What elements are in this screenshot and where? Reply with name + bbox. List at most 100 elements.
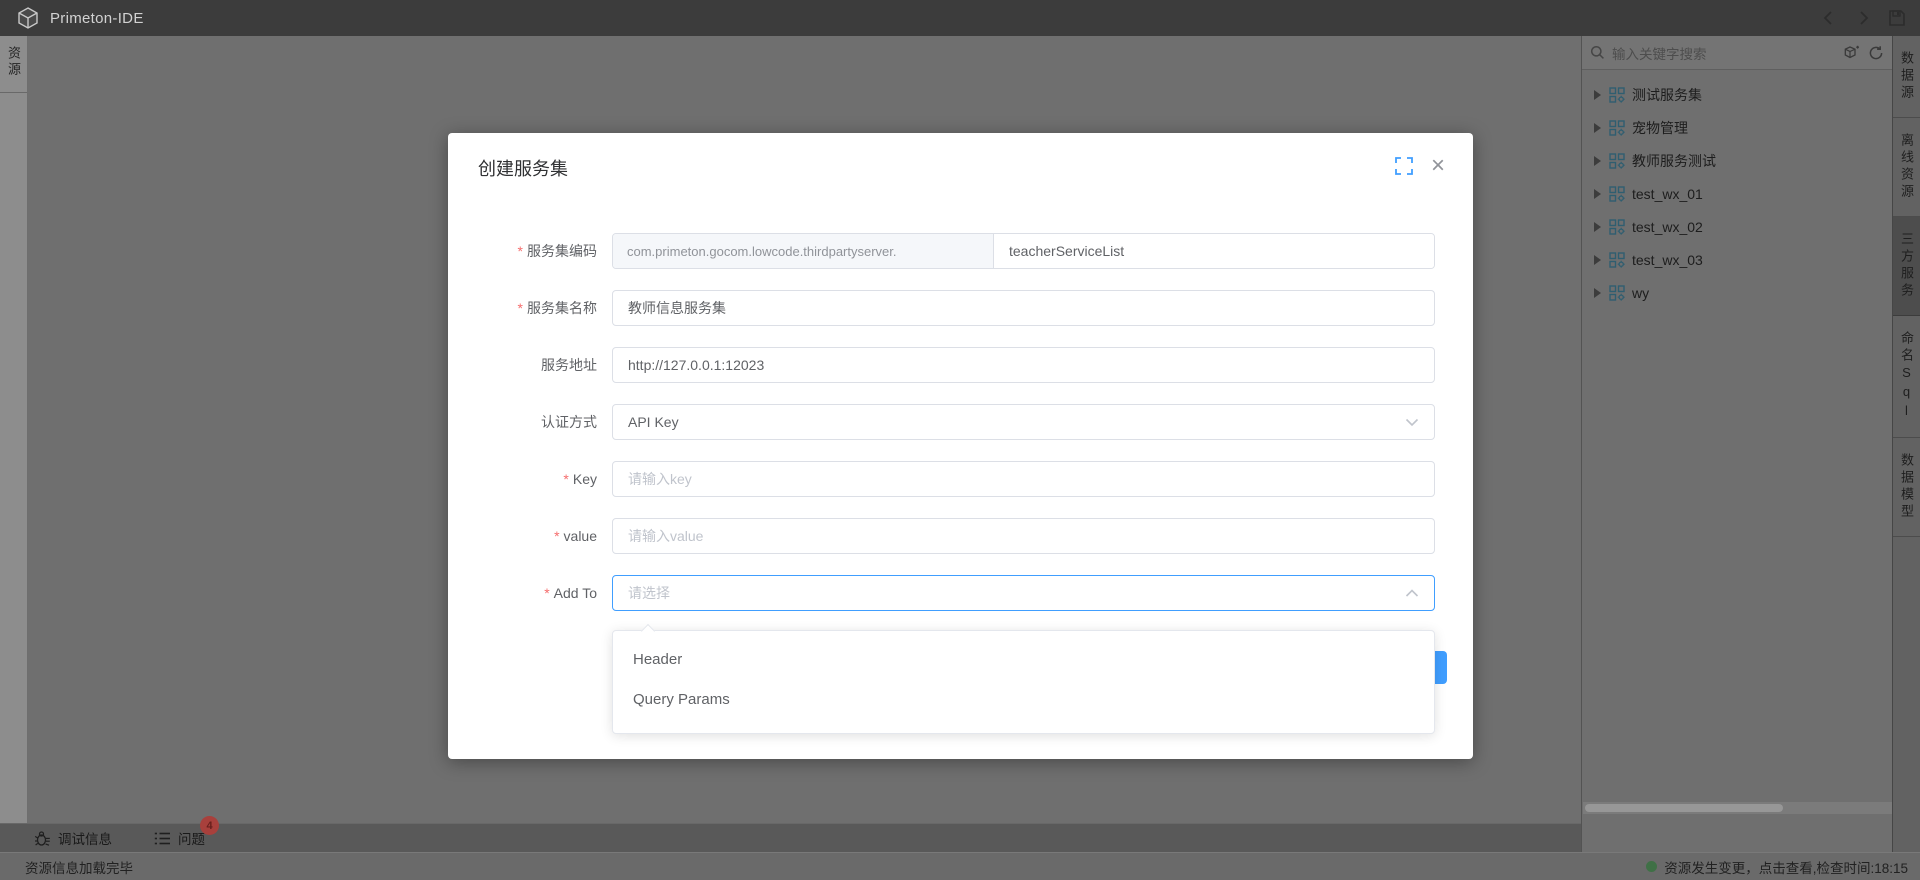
tree-item[interactable]: test_wx_03 bbox=[1582, 243, 1892, 276]
expand-arrow-icon[interactable] bbox=[1594, 288, 1601, 298]
app-title: Primeton-IDE bbox=[50, 10, 144, 27]
address-input[interactable] bbox=[628, 357, 1419, 373]
horizontal-scrollbar[interactable] bbox=[1583, 802, 1892, 814]
dialog-title: 创建服务集 bbox=[478, 159, 568, 179]
expand-arrow-icon[interactable] bbox=[1594, 123, 1601, 133]
problems-list-icon bbox=[154, 831, 171, 846]
right-rail-tab[interactable]: 三方服务 bbox=[1893, 217, 1920, 316]
right-rail-tab-label: 三方服务 bbox=[1900, 232, 1913, 300]
field-label-auth: 认证方式 bbox=[541, 412, 597, 432]
value-input[interactable] bbox=[628, 528, 1419, 544]
tree-item[interactable]: wy bbox=[1582, 276, 1892, 309]
add-to-select-placeholder: 请选择 bbox=[628, 583, 670, 603]
required-mark: * bbox=[563, 471, 568, 487]
service-set-icon bbox=[1609, 252, 1625, 268]
service-set-icon bbox=[1609, 285, 1625, 301]
auth-select-value: API Key bbox=[628, 414, 679, 430]
search-bar: 输入关键字搜索 bbox=[1582, 36, 1892, 70]
add-service-set-icon[interactable] bbox=[1843, 44, 1860, 61]
field-label-name: 服务集名称 bbox=[527, 298, 597, 318]
tab-debug-info[interactable]: 调试信息 bbox=[34, 828, 112, 848]
tree-item-label: test_wx_02 bbox=[1632, 219, 1703, 235]
search-input[interactable]: 输入关键字搜索 bbox=[1612, 43, 1843, 63]
chevron-up-icon bbox=[1405, 589, 1419, 598]
status-left-text: 资源信息加载完毕 bbox=[25, 857, 133, 877]
search-icon bbox=[1590, 45, 1605, 60]
right-rail-tab[interactable]: 数据源 bbox=[1893, 36, 1920, 118]
field-row-address: 服务地址 bbox=[486, 347, 1435, 383]
required-mark: * bbox=[554, 528, 559, 544]
tab-problems[interactable]: 问题 4 bbox=[154, 828, 205, 848]
app-logo-icon bbox=[16, 6, 40, 30]
nav-back-icon[interactable] bbox=[1820, 9, 1838, 27]
tree-item-label: test_wx_01 bbox=[1632, 186, 1703, 202]
scrollbar-thumb[interactable] bbox=[1585, 804, 1783, 812]
tree-item[interactable]: 宠物管理 bbox=[1582, 111, 1892, 144]
tab-debug-info-label: 调试信息 bbox=[58, 828, 112, 848]
field-row-name: * 服务集名称 bbox=[486, 290, 1435, 326]
expand-arrow-icon[interactable] bbox=[1594, 156, 1601, 166]
dialog-form: * 服务集编码 com.primeton.gocom.lowcode.third… bbox=[448, 189, 1473, 611]
right-rail-tab[interactable]: 离线资源 bbox=[1893, 118, 1920, 217]
right-rail-tab-label: 离线资源 bbox=[1900, 133, 1913, 201]
nav-forward-icon[interactable] bbox=[1854, 9, 1872, 27]
field-label-address: 服务地址 bbox=[541, 355, 597, 375]
code-input[interactable] bbox=[994, 234, 1434, 268]
expand-arrow-icon[interactable] bbox=[1594, 255, 1601, 265]
status-right[interactable]: 资源发生变更，点击查看,检查时间:18:15 bbox=[1646, 857, 1908, 877]
refresh-icon[interactable] bbox=[1868, 45, 1884, 61]
service-set-icon bbox=[1609, 219, 1625, 235]
status-bar: 资源信息加载完毕 资源发生变更，点击查看,检查时间:18:15 bbox=[0, 852, 1920, 880]
field-row-value: * value bbox=[486, 518, 1435, 554]
tree-item-label: test_wx_03 bbox=[1632, 252, 1703, 268]
fullscreen-icon[interactable] bbox=[1395, 157, 1413, 175]
tree-item-label: 测试服务集 bbox=[1632, 85, 1702, 105]
service-set-icon bbox=[1609, 87, 1625, 103]
status-green-dot-icon bbox=[1646, 861, 1657, 872]
service-set-tree: 测试服务集 宠物管理 教师服务测试 bbox=[1582, 70, 1892, 309]
dropdown-option[interactable]: Query Params bbox=[613, 679, 1434, 719]
right-rail-tab[interactable]: 数据模型 bbox=[1893, 438, 1920, 537]
create-service-set-dialog: 创建服务集 × * 服务集编码 com.primeton.gocom.lowco… bbox=[448, 133, 1473, 759]
key-input[interactable] bbox=[628, 471, 1419, 487]
service-set-icon bbox=[1609, 153, 1625, 169]
right-rail-tab-label: 数据源 bbox=[1900, 51, 1913, 102]
code-prefix-addon: com.primeton.gocom.lowcode.thirdpartyser… bbox=[613, 234, 994, 268]
add-to-dropdown: Header Query Params bbox=[612, 630, 1435, 734]
chevron-down-icon bbox=[1405, 418, 1419, 427]
right-rail: 数据源 离线资源 三方服务 命名Sql 数据模型 bbox=[1892, 36, 1920, 852]
field-row-key: * Key bbox=[486, 461, 1435, 497]
left-rail-tab-label: 资源 bbox=[7, 46, 20, 78]
field-label-key: Key bbox=[573, 471, 597, 487]
close-icon[interactable]: × bbox=[1431, 157, 1445, 175]
debug-icon bbox=[34, 830, 51, 847]
auth-select[interactable]: API Key bbox=[612, 404, 1435, 440]
field-row-auth: 认证方式 API Key bbox=[486, 404, 1435, 440]
expand-arrow-icon[interactable] bbox=[1594, 189, 1601, 199]
right-rail-tab-label: 命名Sql bbox=[1900, 331, 1913, 422]
left-rail-tab-resources[interactable]: 资源 bbox=[0, 36, 27, 93]
status-right-text: 资源发生变更，点击查看,检查时间:18:15 bbox=[1664, 857, 1908, 877]
left-rail: 资源 bbox=[0, 36, 28, 852]
tree-item[interactable]: 测试服务集 bbox=[1582, 78, 1892, 111]
tree-item[interactable]: 教师服务测试 bbox=[1582, 144, 1892, 177]
tree-item[interactable]: test_wx_01 bbox=[1582, 177, 1892, 210]
right-panel: 输入关键字搜索 测试服 bbox=[1581, 36, 1892, 852]
right-rail-tab[interactable]: 命名Sql bbox=[1893, 316, 1920, 438]
dropdown-option[interactable]: Header bbox=[613, 639, 1434, 679]
required-mark: * bbox=[518, 300, 523, 316]
problems-count-badge: 4 bbox=[200, 816, 219, 835]
expand-arrow-icon[interactable] bbox=[1594, 222, 1601, 232]
save-icon[interactable] bbox=[1888, 9, 1906, 27]
right-rail-tab-label: 数据模型 bbox=[1900, 453, 1913, 521]
add-to-select[interactable]: 请选择 bbox=[612, 575, 1435, 611]
dropdown-notch bbox=[641, 624, 655, 638]
tree-item[interactable]: test_wx_02 bbox=[1582, 210, 1892, 243]
titlebar: Primeton-IDE bbox=[0, 0, 1920, 36]
tree-item-label: 教师服务测试 bbox=[1632, 151, 1716, 171]
expand-arrow-icon[interactable] bbox=[1594, 90, 1601, 100]
required-mark: * bbox=[544, 585, 549, 601]
service-set-icon bbox=[1609, 186, 1625, 202]
name-input[interactable] bbox=[628, 300, 1419, 316]
bottom-bar: 调试信息 问题 4 bbox=[0, 823, 1581, 852]
